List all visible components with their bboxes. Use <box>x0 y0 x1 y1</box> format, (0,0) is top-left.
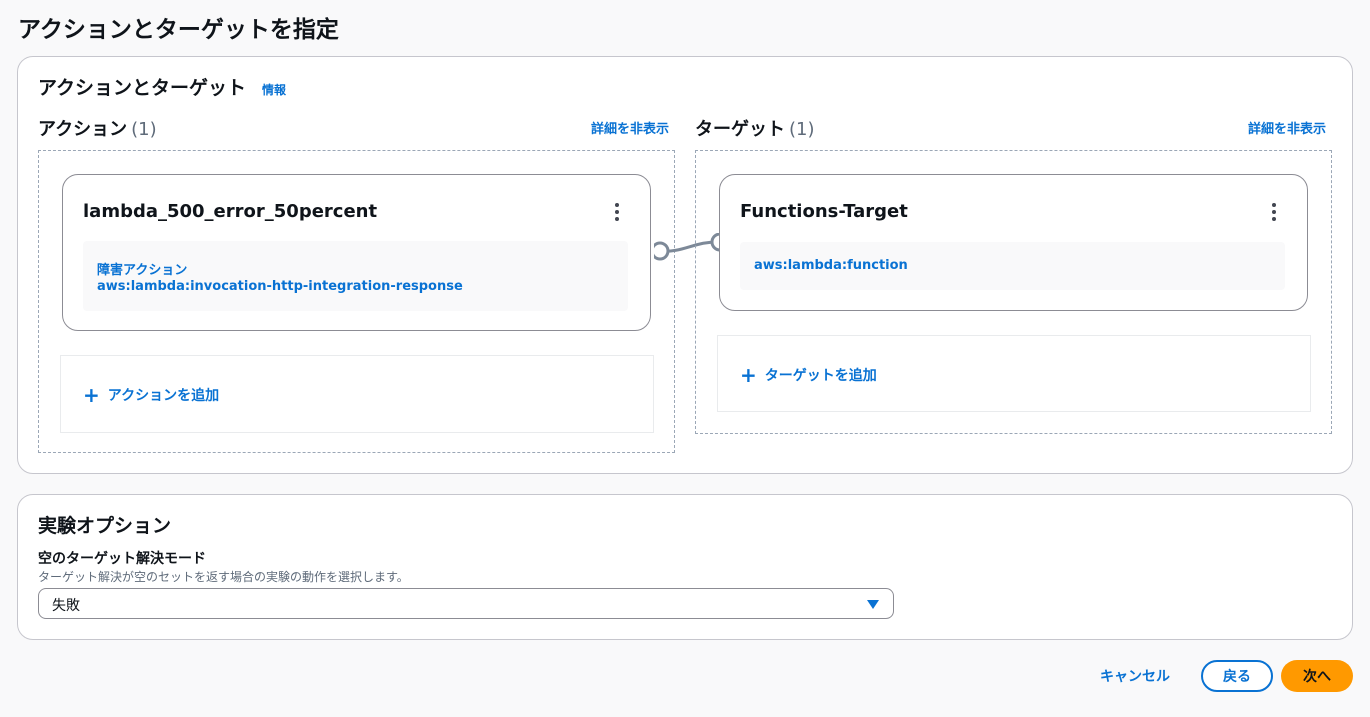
plus-icon: + <box>740 363 757 387</box>
action-type-link[interactable]: 障害アクション <box>97 259 187 278</box>
action-card-details: 障害アクション aws:lambda:invocation-http-integ… <box>83 241 628 311</box>
info-link[interactable]: 情報 <box>262 81 286 98</box>
add-target-button[interactable]: + ターゲットを追加 <box>740 365 877 385</box>
select-value: 失敗 <box>52 598 80 614</box>
add-target-box[interactable]: + ターゲットを追加 <box>717 335 1311 412</box>
kebab-menu-icon[interactable] <box>1271 203 1277 221</box>
actions-hide-details-link[interactable]: 詳細を非表示 <box>591 118 669 137</box>
action-card[interactable]: lambda_500_error_50percent 障害アクション aws:l… <box>62 174 651 331</box>
options-heading: 実験オプション <box>38 515 172 537</box>
actions-drop-area: lambda_500_error_50percent 障害アクション aws:l… <box>38 150 675 453</box>
empty-target-mode-description: ターゲット解決が空のセットを返す場合の実験の動作を選択します。 <box>38 570 409 584</box>
add-action-button[interactable]: + アクションを追加 <box>83 385 219 405</box>
target-card-title: Functions-Target <box>740 201 908 222</box>
action-card-title: lambda_500_error_50percent <box>83 201 378 222</box>
targets-heading-label: ターゲット <box>695 119 785 140</box>
empty-target-mode-select[interactable]: 失敗 <box>38 588 894 619</box>
targets-drop-area: Functions-Target aws:lambda:function + タ… <box>695 150 1332 434</box>
target-resource-type-link[interactable]: aws:lambda:function <box>754 258 908 273</box>
targets-heading: ターゲット (1) <box>695 115 815 141</box>
targets-count: (1) <box>789 119 815 140</box>
back-button[interactable]: 戻る <box>1201 660 1273 692</box>
panel-heading: アクションとターゲット <box>38 77 247 99</box>
next-button[interactable]: 次へ <box>1281 660 1353 692</box>
experiment-options-panel: 実験オプション 空のターゲット解決モード ターゲット解決が空のセットを返す場合の… <box>17 494 1353 640</box>
empty-target-mode-label: 空のターゲット解決モード <box>38 551 206 567</box>
caret-down-icon <box>867 600 879 609</box>
actions-heading-label: アクション <box>38 119 128 140</box>
target-card-details: aws:lambda:function <box>740 242 1285 290</box>
cancel-button[interactable]: キャンセル <box>1092 660 1178 692</box>
actions-heading: アクション (1) <box>38 115 157 141</box>
actions-count: (1) <box>131 119 157 140</box>
page-title: アクションとターゲットを指定 <box>18 17 339 43</box>
targets-hide-details-link[interactable]: 詳細を非表示 <box>1248 118 1326 137</box>
action-id-link[interactable]: aws:lambda:invocation-http-integration-r… <box>97 279 463 294</box>
actions-targets-panel: アクションとターゲット 情報 アクション (1) 詳細を非表示 lambda_50… <box>17 56 1353 474</box>
target-card[interactable]: Functions-Target aws:lambda:function <box>719 174 1308 311</box>
plus-icon: + <box>83 383 100 407</box>
add-action-box[interactable]: + アクションを追加 <box>60 355 654 433</box>
add-target-label: ターゲットを追加 <box>764 368 877 384</box>
kebab-menu-icon[interactable] <box>614 203 620 221</box>
add-action-label: アクションを追加 <box>107 388 220 404</box>
